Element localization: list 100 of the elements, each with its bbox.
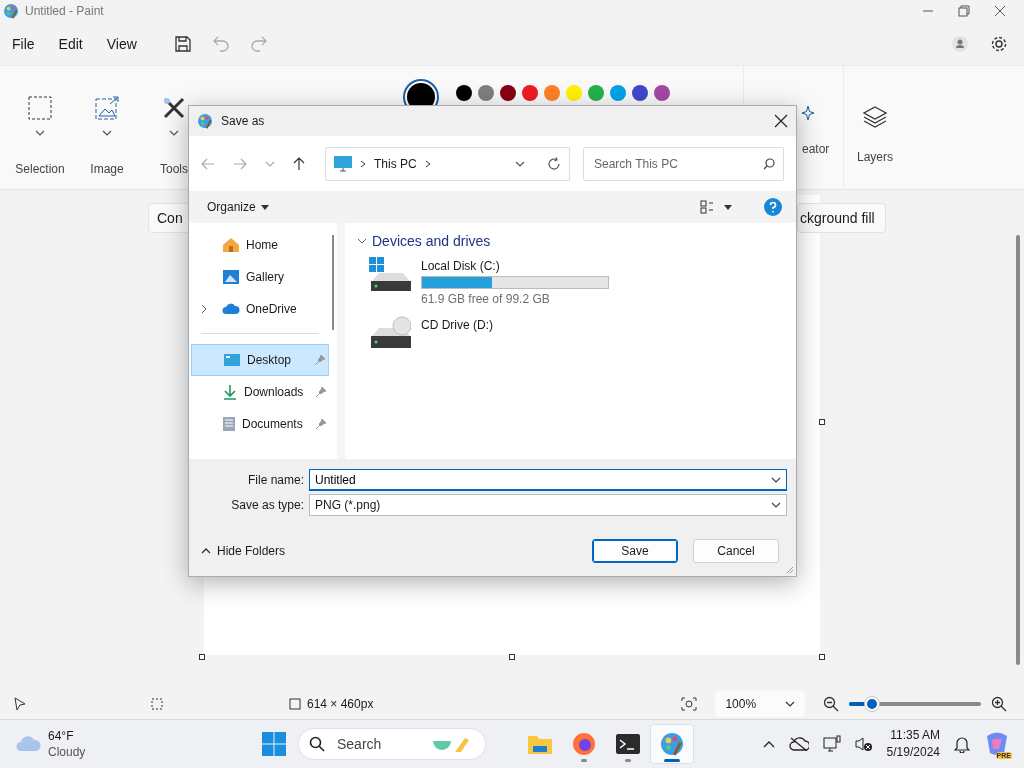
clock[interactable]: 11:35 AM 5/19/2024 [886,727,940,761]
color-swatch[interactable] [522,85,538,101]
chevron-down-icon [771,476,781,483]
image-icon[interactable] [95,96,119,120]
bowl-icon [433,736,469,752]
taskbar-search[interactable]: Search [298,728,486,760]
view-options-icon[interactable] [700,200,714,214]
chevron-down-icon [771,501,781,508]
field-label: Save as type: [230,497,305,512]
nav-item[interactable]: Gallery [191,261,329,293]
pin-icon [315,418,327,430]
restore-icon[interactable] [958,5,970,17]
nav-item[interactable]: Desktop [191,344,329,376]
refresh-icon[interactable] [547,156,561,171]
temperature: 64°F [48,728,75,744]
file-name-combo[interactable]: Untitled [309,468,787,491]
close-icon[interactable] [774,114,788,128]
weather-condition: Cloudy [48,744,86,760]
settings-icon[interactable] [990,34,1008,53]
dialog-button[interactable]: Save [592,539,678,563]
zoom-in-icon[interactable] [991,695,1008,712]
address-bar[interactable]: This PC [325,146,570,181]
close-icon[interactable] [994,5,1006,17]
chevron-down-icon [102,130,112,136]
house-icon [222,237,240,253]
bell-icon[interactable] [954,735,970,753]
color-swatch[interactable] [654,85,670,101]
search-input[interactable]: Search This PC [592,155,763,172]
firefox-icon [572,732,596,756]
chevron-up-icon [201,548,211,554]
menu-item[interactable]: Edit [58,35,83,52]
group-label: eator [802,142,831,156]
hide-folders-button[interactable]: Hide Folders [201,544,286,558]
start-icon[interactable] [262,732,286,756]
toolbar-button[interactable]: ckground fill [797,203,886,233]
menu-item[interactable]: File [12,35,35,52]
dialog-button[interactable]: Cancel [693,539,779,563]
color-swatch[interactable] [456,85,472,101]
taskbar-app[interactable] [650,724,694,764]
nav-item[interactable]: OneDrive [191,293,329,325]
up-icon[interactable] [293,156,305,171]
nav-item[interactable]: Downloads [191,376,329,408]
network-icon[interactable] [822,735,841,753]
section-header: Devices and drives [372,233,491,249]
color-swatch[interactable] [478,85,494,101]
breadcrumb[interactable]: This PC [374,156,417,171]
account-icon[interactable] [952,35,968,52]
save-icon[interactable] [174,35,191,52]
search-icon [309,736,325,752]
collapse-icon[interactable] [357,238,367,244]
paint-app-icon [197,113,213,129]
menu-item[interactable]: View [106,35,137,52]
file-type-dropdown[interactable]: PNG (*.png) [309,493,787,516]
color-swatch[interactable] [544,85,560,101]
volume-muted-icon[interactable] [854,736,873,752]
zoom-out-icon[interactable] [823,695,840,712]
dialog-title: Save as [221,114,265,128]
chevron-down-icon [169,130,179,136]
fit-to-window-icon[interactable] [681,696,698,711]
color-swatch[interactable] [632,85,648,101]
layers-icon[interactable] [863,106,887,128]
search-input[interactable]: Search [335,735,423,753]
chevron-down-icon [785,700,796,707]
cloud-offline-icon[interactable] [788,737,809,751]
search-icon [763,157,775,170]
color-swatch[interactable] [500,85,516,101]
download-icon [222,384,238,400]
zoom-dropdown[interactable]: 100% [715,690,806,717]
caret-icon [260,204,269,210]
pin-icon [315,386,327,398]
group-label: Layers [857,150,893,164]
pin-icon [314,354,326,366]
chevron-right-icon [424,159,431,168]
color-swatch[interactable] [588,85,604,101]
color-swatch[interactable] [566,85,582,101]
resize-grip-icon[interactable] [786,566,794,574]
expand-icon[interactable] [201,304,207,314]
desktop-icon [223,353,241,367]
scrollbar[interactable] [1016,235,1020,665]
file-name-input[interactable]: Untitled [315,472,771,487]
folder-icon [527,733,553,755]
search-box[interactable]: Search This PC [583,146,784,181]
nav-item[interactable]: Documents [191,408,329,440]
caret-icon[interactable] [724,204,732,210]
color-swatch[interactable] [610,85,626,101]
help-icon[interactable] [764,198,782,216]
zoom-slider[interactable] [849,696,982,711]
sparkle-icon[interactable] [802,106,814,120]
drive-item[interactable]: Local Disk (C:) 61.9 GB free of 99.2 GB [369,257,609,306]
chevron-down-icon [515,160,525,167]
pointer-icon [14,696,26,711]
drive-item[interactable]: CD Drive (D:) [369,316,493,352]
monitor-icon [334,155,352,172]
gallery-icon [222,269,240,285]
organize-menu[interactable]: Organize [207,200,269,214]
recent-locations-icon [265,160,275,167]
paint-app-icon [3,3,19,19]
selection-icon[interactable] [28,96,52,120]
chevron-up-icon[interactable] [762,740,775,748]
document-icon [222,416,236,432]
